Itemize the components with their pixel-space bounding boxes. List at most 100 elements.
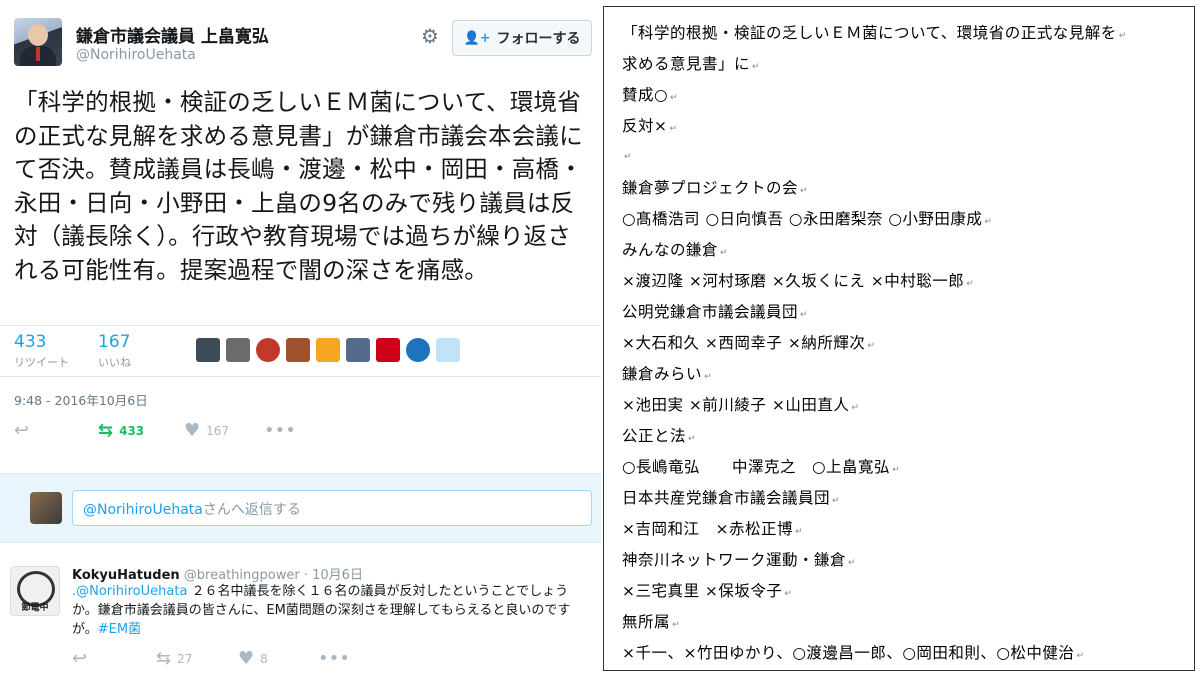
more-icon: ••• [264, 420, 296, 441]
document-line: 鎌倉夢プロジェクトの会 ↵ [622, 176, 808, 198]
liker-avatar[interactable] [346, 338, 370, 362]
current-user-avatar [30, 492, 62, 524]
document-line: 反対× ↵ [622, 114, 678, 136]
document-line: ○長嶋竜弘 中澤克之 ○上畠寛弘 ↵ [622, 455, 900, 477]
reply-author-handle[interactable]: @breathingpower [184, 568, 300, 583]
document-line-text: 反対× [622, 117, 668, 135]
tweet-text: 「科学的根拠・検証の乏しいＥＭ菌について、環境省の正式な見解を求める意見書」が鎌… [14, 88, 583, 284]
reply-tweet[interactable]: 節電中 KokyuHatuden @breathingpower · 10月6日… [0, 556, 601, 679]
paragraph-mark-icon: ↵ [1118, 31, 1127, 41]
document-line-text: ×大石和久 ×西岡幸子 ×納所輝次 [622, 334, 866, 352]
reply-author-name[interactable]: KokyuHatuden [72, 568, 180, 583]
document-line-text: ×吉岡和江 ×赤松正博 [622, 520, 793, 538]
more-icon: ••• [318, 648, 350, 669]
document-line-text: みんなの鎌倉 [622, 241, 719, 259]
retweet-button[interactable]: ⇆ 433 [98, 420, 144, 441]
paragraph-mark-icon: ↵ [688, 434, 697, 444]
document-line: みんなの鎌倉 ↵ [622, 238, 728, 260]
liker-avatar[interactable] [436, 338, 460, 362]
paragraph-mark-icon: ↵ [704, 372, 713, 382]
document-line: 鎌倉みらい ↵ [622, 362, 712, 384]
reply-text-mention[interactable]: .@NorihiroUehata [72, 584, 187, 599]
liker-avatar[interactable] [376, 338, 400, 362]
retweet-icon: ⇆ [156, 648, 172, 669]
paragraph-mark-icon: ↵ [892, 465, 901, 475]
reply-icon: ↩ [72, 648, 88, 669]
paragraph-mark-icon: ↵ [624, 152, 633, 162]
reply-actions: ↩ ⇆ 27 ♥ 8 ••• [72, 648, 572, 670]
liker-avatar[interactable] [226, 338, 250, 362]
retweet-action-count: 433 [119, 423, 145, 438]
reply-header: KokyuHatuden @breathingpower · 10月6日 [72, 568, 363, 583]
paragraph-mark-icon: ↵ [672, 620, 681, 630]
author-name[interactable]: 鎌倉市議会議員 上畠寛弘 [76, 22, 269, 47]
document-line: ×池田実 ×前川綾子 ×山田直人 ↵ [622, 393, 859, 415]
paragraph-mark-icon: ↵ [800, 310, 809, 320]
reply-bar: @NorihiroUehataさんへ返信する [0, 473, 601, 543]
document-line-text: 鎌倉みらい [622, 365, 703, 383]
reply-reply-button[interactable]: ↩ [72, 648, 87, 669]
document-line: ×三宅真里 ×保坂令子 ↵ [622, 579, 792, 601]
retweet-label: リツイート [14, 356, 69, 369]
reply-date[interactable]: 10月6日 [312, 568, 363, 583]
liker-avatar[interactable] [286, 338, 310, 362]
reply-like-button[interactable]: ♥ 8 [238, 648, 268, 669]
reply-hashtag[interactable]: #EM菌 [98, 622, 141, 637]
liker-avatars [196, 338, 460, 364]
like-action-count: 167 [206, 423, 230, 438]
heart-icon: ♥ [238, 648, 255, 669]
reply-retweet-button[interactable]: ⇆ 27 [156, 648, 192, 669]
liker-avatar[interactable] [316, 338, 340, 362]
document-line-text: 賛成○ [622, 86, 669, 104]
document-line-text: ○髙橋浩司 ○日向慎吾 ○永田磨梨奈 ○小野田康成 [622, 210, 983, 228]
like-button[interactable]: ♥ 167 [184, 420, 229, 441]
tweet-panel: 鎌倉市議会議員 上畠寛弘 @NorihiroUehata ⚙ 👤+ フォローする… [0, 0, 601, 679]
reply-placeholder: さんへ返信する [202, 502, 301, 518]
author-avatar[interactable] [14, 18, 62, 66]
document-line: 公明党鎌倉市議会議員団 ↵ [622, 300, 808, 322]
document-line-text: 鎌倉夢プロジェクトの会 [622, 179, 799, 197]
paragraph-mark-icon: ↵ [800, 186, 809, 196]
paragraph-mark-icon: ↵ [1076, 651, 1085, 661]
vote-document: 「科学的根拠・検証の乏しいＥＭ菌について、環境省の正式な見解を ↵ 求める意見書」に… [603, 6, 1195, 671]
document-line: 公正と法 ↵ [622, 424, 696, 446]
paragraph-mark-icon: ↵ [984, 217, 993, 227]
document-line: ○髙橋浩司 ○日向慎吾 ○永田磨梨奈 ○小野田康成 ↵ [622, 207, 992, 229]
reply-input[interactable]: @NorihiroUehataさんへ返信する [72, 490, 592, 526]
paragraph-mark-icon: ↵ [752, 62, 761, 72]
reply-more-button[interactable]: ••• [318, 648, 350, 669]
retweet-count: 433 [14, 332, 47, 352]
tweet-actions: ↩ ⇆ 433 ♥ 167 ••• [14, 420, 574, 444]
author-handle[interactable]: @NorihiroUehata [76, 47, 196, 63]
like-stat[interactable]: 167 いいね [98, 332, 131, 370]
document-line: 求める意見書」に ↵ [622, 52, 760, 74]
paragraph-mark-icon: ↵ [966, 279, 975, 289]
gear-icon[interactable]: ⚙ [420, 26, 440, 46]
retweet-icon: ⇆ [98, 420, 114, 441]
liker-avatar[interactable] [406, 338, 430, 362]
tweet-header: 鎌倉市議会議員 上畠寛弘 @NorihiroUehata ⚙ 👤+ フォローする [14, 14, 594, 74]
follow-button[interactable]: 👤+ フォローする [452, 20, 592, 56]
liker-avatar[interactable] [196, 338, 220, 362]
document-line: 「科学的根拠・検証の乏しいＥＭ菌について、環境省の正式な見解を ↵ [622, 21, 1127, 43]
like-count: 167 [98, 332, 131, 352]
document-line-text: 公正と法 [622, 427, 687, 445]
reply-like-count: 8 [260, 651, 268, 666]
liker-avatar[interactable] [256, 338, 280, 362]
tweet-stats: 433 リツイート 167 いいね [0, 325, 601, 377]
document-line: ×千一、×竹田ゆかり、○渡邊昌一郎、○岡田和則、○松中健治 ↵ [622, 641, 1084, 663]
reply-author-avatar[interactable]: 節電中 [10, 566, 60, 616]
paragraph-mark-icon: ↵ [832, 496, 841, 506]
document-line: ×吉岡和江 ×赤松正博 ↵ [622, 517, 803, 539]
tweet-timestamp[interactable]: 9:48 - 2016年10月6日 [14, 390, 148, 409]
retweet-stat[interactable]: 433 リツイート [14, 332, 69, 370]
document-line: 日本共産党鎌倉市議会議員団 ↵ [622, 486, 840, 508]
document-line: 神奈川ネットワーク運動・鎌倉 ↵ [622, 548, 856, 570]
more-button[interactable]: ••• [264, 420, 296, 441]
document-line: ×大石和久 ×西岡幸子 ×納所輝次 ↵ [622, 331, 875, 353]
document-line-text: 求める意見書」に [622, 55, 751, 73]
reply-avatar-label: 節電中 [21, 603, 49, 613]
document-line: 賛成○ ↵ [622, 83, 678, 105]
reply-button[interactable]: ↩ [14, 420, 29, 441]
reply-icon: ↩ [14, 420, 30, 441]
